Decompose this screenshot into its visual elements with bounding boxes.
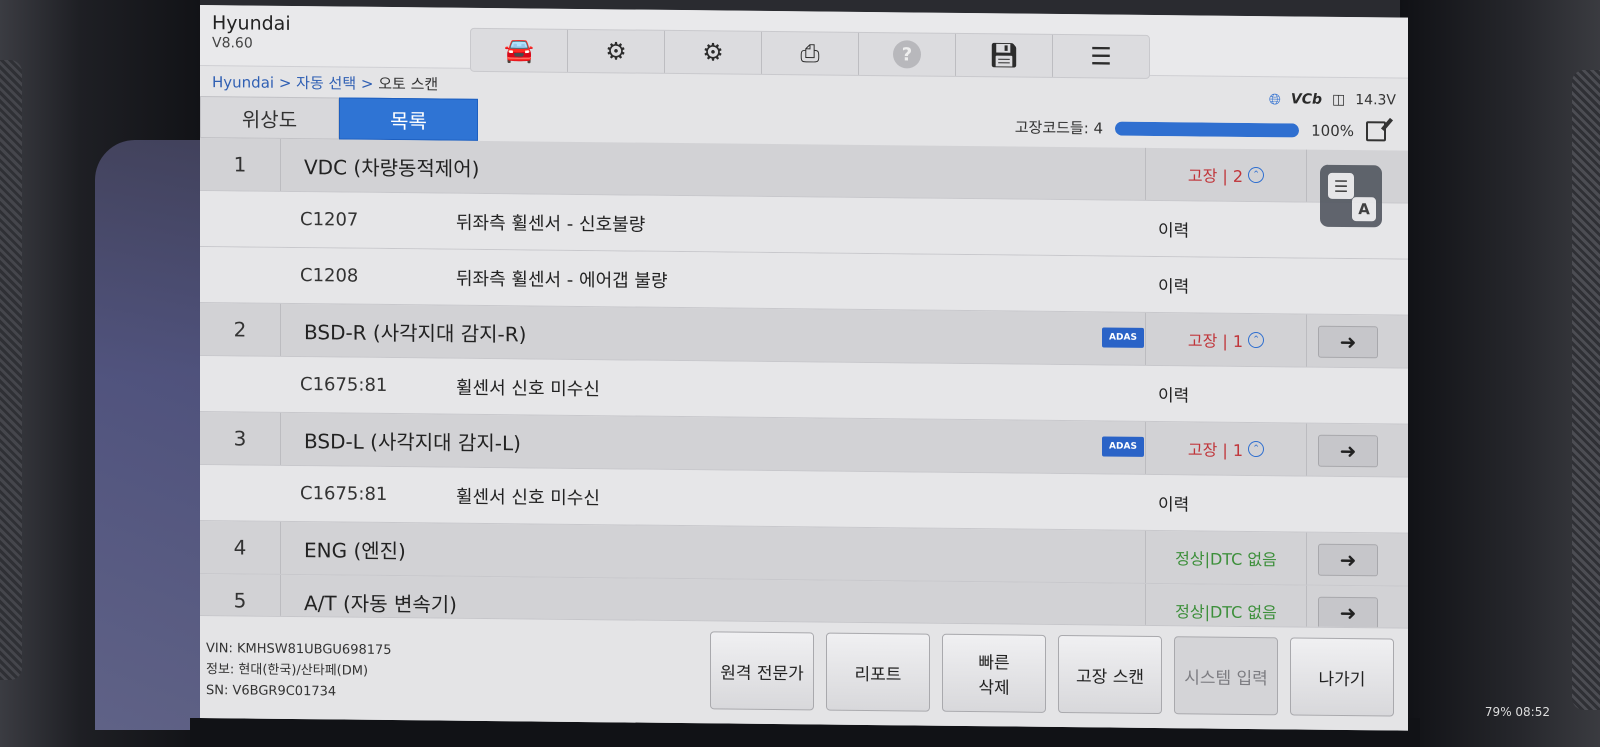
- dtc-code: C1208: [300, 265, 359, 287]
- fault-count-label: 고장코드들: 4: [1014, 118, 1104, 138]
- report-button[interactable]: 리포트: [826, 632, 930, 712]
- system-name: ENG (엔진): [304, 537, 406, 563]
- exit-button[interactable]: 나가기: [1290, 637, 1394, 717]
- printer-icon[interactable]: ⎙: [762, 31, 859, 75]
- view-tabs: 위상도 목록: [200, 96, 478, 141]
- voltage-readout: 14.3V: [1355, 92, 1396, 109]
- car-cloud-icon[interactable]: 🚘: [471, 28, 568, 72]
- breadcrumb-auto-select[interactable]: 자동 선택: [296, 74, 356, 93]
- adas-badge: ADAS: [1102, 436, 1144, 457]
- status-indicators: 🌐︎ VCb ◫ 14.3V: [1269, 90, 1396, 109]
- vehicle-info: VIN: KMHSW81UBGU698175 정보: 현대(한국)/산타페(DM…: [206, 638, 392, 703]
- globe-icon: 🌐︎: [1268, 90, 1281, 109]
- system-number: 4: [200, 521, 281, 574]
- breadcrumb-current: 오토 스캔: [378, 74, 439, 94]
- breadcrumb-home[interactable]: Hyundai: [212, 73, 274, 92]
- dtc-description: 휠센서 신호 미수신: [456, 486, 600, 509]
- dtc-state: 이력: [1158, 277, 1190, 298]
- dtc-code: C1207: [300, 209, 359, 231]
- scan-progress-label: 100%: [1311, 121, 1354, 140]
- tab-list[interactable]: 목록: [339, 97, 478, 141]
- android-status-bar: 79% 08:52: [1484, 705, 1550, 719]
- enter-system-button[interactable]: ➜: [1318, 434, 1378, 468]
- chevron-up-icon[interactable]: ⌃: [1248, 440, 1265, 458]
- system-name: BSD-L (사각지대 감지-L): [304, 428, 521, 455]
- fault-summary: 고장코드들: 4 100%: [1015, 117, 1386, 142]
- remote-expert-button[interactable]: 원격 전문가: [710, 631, 814, 711]
- system-status[interactable]: 고장 | 2 ⌃: [1145, 147, 1307, 202]
- fault-scan-button[interactable]: 고장 스캔: [1058, 634, 1162, 715]
- save-icon[interactable]: 💾︎: [956, 33, 1053, 77]
- device-bezel-right: [1400, 0, 1600, 747]
- dtc-state: 이력: [1158, 495, 1190, 516]
- footer: VIN: KMHSW81UBGU698175 정보: 현대(한국)/산타페(DM…: [200, 615, 1408, 731]
- app-brand: Hyundai V8.60: [212, 12, 291, 52]
- dtc-description: 뒤좌측 휠센서 - 에어갭 불량: [456, 268, 668, 292]
- system-status-text: 고장 | 1: [1187, 440, 1244, 460]
- scan-progress-fill: [1115, 121, 1300, 138]
- serial-number-label: SN: V6BGR9C01734: [206, 683, 337, 700]
- dtc-state: 이력: [1158, 221, 1190, 242]
- scan-progress-bar: [1115, 121, 1300, 138]
- system-name: BSD-R (사각지대 감지-R): [304, 319, 527, 346]
- footer-buttons: 원격 전문가 리포트 빠른 삭제 고장 스캔 시스템 입력 나가기: [710, 631, 1394, 717]
- help-icon[interactable]: ?: [859, 32, 956, 76]
- top-bar: Hyundai V8.60 🚘 ⚙︎ ⚙ ⎙ ? 💾︎ ☰: [200, 5, 1408, 79]
- dtc-state: 이력: [1158, 386, 1190, 407]
- chat-icon[interactable]: ☰: [1053, 35, 1149, 78]
- rubber-grip-left: [0, 60, 22, 680]
- enter-system-button[interactable]: ➜: [1318, 596, 1378, 630]
- app-version: V8.60: [212, 34, 253, 52]
- dtc-code: C1675:81: [300, 374, 388, 396]
- gear-icon[interactable]: ⚙: [665, 30, 762, 74]
- vin-label: VIN: KMHSW81UBGU698175: [206, 641, 392, 659]
- breadcrumb: Hyundai > 자동 선택 > 오토 스캔: [212, 73, 439, 94]
- battery-icon: ◫: [1332, 91, 1346, 108]
- scanner-screen: Hyundai V8.60 🚘 ⚙︎ ⚙ ⎙ ? 💾︎ ☰ Hyundai > …: [200, 5, 1408, 731]
- system-enter-button[interactable]: 시스템 입력: [1174, 636, 1278, 716]
- system-number: 3: [200, 412, 281, 465]
- adas-badge: ADAS: [1102, 327, 1144, 348]
- screen-reflection: [95, 140, 200, 730]
- device-bezel-left: [0, 0, 200, 747]
- system-name: VDC (차량동적제어): [304, 154, 480, 181]
- system-number: 1: [200, 138, 281, 191]
- dtc-description: 휠센서 신호 미수신: [456, 377, 600, 400]
- car-lift-icon[interactable]: ⚙︎: [568, 29, 665, 73]
- enter-system-button[interactable]: ➜: [1318, 325, 1378, 359]
- quick-clear-button[interactable]: 빠른 삭제: [942, 633, 1046, 713]
- system-status-text: 고장 | 2: [1187, 166, 1244, 186]
- enter-system-button[interactable]: ➜: [1318, 543, 1378, 577]
- document-icon: ☰: [1328, 172, 1354, 200]
- system-status[interactable]: 고장 | 1 ⌃: [1145, 421, 1307, 476]
- vci-indicator: VCb: [1290, 91, 1323, 108]
- chevron-up-icon[interactable]: ⌃: [1248, 331, 1265, 349]
- dtc-description: 뒤좌측 휠센서 - 신호불량: [456, 212, 646, 236]
- dtc-code: C1675:81: [300, 483, 388, 505]
- letter-a-icon: A: [1352, 197, 1376, 222]
- translate-icon[interactable]: ☰ A: [1320, 164, 1382, 228]
- app-name: Hyundai: [212, 12, 291, 35]
- tab-topology[interactable]: 위상도: [200, 96, 339, 140]
- system-status[interactable]: 고장 | 1 ⌃: [1145, 312, 1307, 367]
- chevron-up-icon[interactable]: ⌃: [1248, 166, 1265, 184]
- system-status-text: 고장 | 1: [1187, 331, 1244, 351]
- rubber-grip-right: [1572, 70, 1600, 710]
- system-number: 2: [200, 303, 281, 356]
- vehicle-model-label: 정보: 현대(한국)/산타페(DM): [206, 662, 369, 679]
- system-status: 정상|DTC 없음: [1145, 530, 1307, 585]
- system-list: 1 VDC (차량동적제어) 고장 | 2 ⌃ C1207 뒤좌측 휠센서 - …: [200, 138, 1408, 640]
- toolbar: 🚘 ⚙︎ ⚙ ⎙ ? 💾︎ ☰: [470, 27, 1150, 79]
- edit-icon[interactable]: [1366, 120, 1386, 141]
